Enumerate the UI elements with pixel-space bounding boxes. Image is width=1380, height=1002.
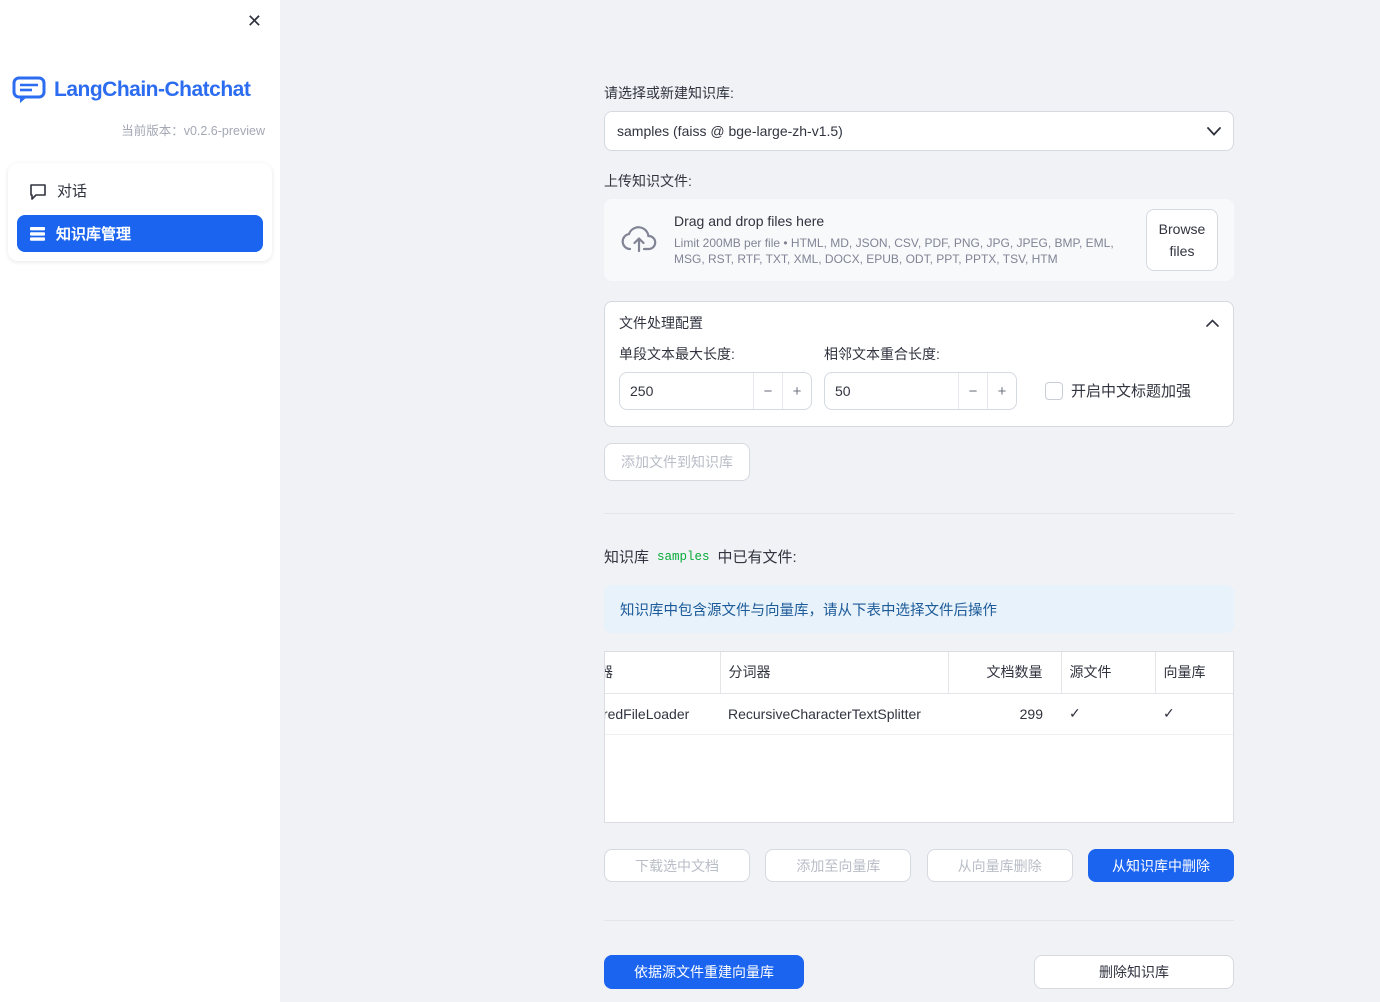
chat-icon [29, 182, 47, 200]
cell-loader: UnstructuredFileLoader [605, 693, 720, 735]
file-config-expander: 文件处理配置 单段文本最大长度: − + 相邻文本重合 [604, 301, 1234, 427]
checkbox-box[interactable] [1045, 381, 1063, 400]
overlap-stepper: − + [824, 372, 1017, 410]
dropzone-instruction: Drag and drop files here [674, 212, 825, 229]
version-text: 当前版本：v0.2.6-preview [121, 124, 265, 138]
divider [604, 513, 1234, 514]
kb-files-suffix: 中已有文件: [717, 549, 797, 566]
cell-vector-check: ✓ [1155, 693, 1233, 735]
table-header-row: 文档加载器 分词器 文档数量 源文件 向量库 [605, 652, 1233, 694]
chevron-down-icon [1207, 126, 1221, 136]
kb-name-code: samples [657, 549, 710, 564]
main-area: 请选择或新建知识库: samples (faiss @ bge-large-zh… [280, 0, 1380, 1002]
overlap-label: 相邻文本重合长度: [824, 346, 940, 362]
app-title: LangChain-Chatchat [54, 78, 251, 101]
files-table: 文档加载器 分词器 文档数量 源文件 向量库 UnstructuredFileL… [604, 651, 1234, 823]
chevron-up-icon [1206, 319, 1219, 327]
column-header-loader[interactable]: 文档加载器 [605, 652, 720, 694]
kb-files-prefix: 知识库 [604, 549, 650, 566]
zh-title-enhance-checkbox[interactable]: 开启中文标题加强 [1045, 380, 1191, 401]
upload-cloud-icon [620, 226, 658, 254]
delete-from-kb-button[interactable]: 从知识库中删除 [1087, 849, 1234, 882]
kb-select-value: samples (faiss @ bge-large-zh-v1.5) [617, 123, 843, 139]
delete-kb-button[interactable]: 删除知识库 [1034, 955, 1234, 989]
sidebar-nav: 对话 知识库管理 [8, 163, 272, 261]
column-header-source[interactable]: 源文件 [1060, 652, 1155, 694]
kb-actions: 依据源文件重建向量库 删除知识库 [604, 955, 1234, 1002]
logo: LangChain-Chatchat [12, 76, 280, 104]
expander-title: 文件处理配置 [619, 315, 703, 331]
rebuild-vector-store-button[interactable]: 依据源文件重建向量库 [604, 955, 804, 989]
table-row[interactable]: UnstructuredFileLoader RecursiveCharacte… [605, 693, 1233, 735]
sidebar-item-dialogue[interactable]: 对话 [17, 172, 263, 209]
delete-from-vector-button[interactable]: 从向量库删除 [926, 849, 1073, 882]
upload-label: 上传知识文件: [604, 173, 692, 189]
browse-files-button[interactable]: Browse files [1146, 208, 1218, 272]
minus-icon[interactable]: − [753, 373, 782, 409]
kb-select[interactable]: samples (faiss @ bge-large-zh-v1.5) [604, 111, 1234, 151]
max-length-input[interactable] [620, 373, 753, 409]
sidebar: ✕ LangChain-Chatchat 当前版本：v0.2.6-preview… [0, 0, 280, 1002]
add-to-vector-button[interactable]: 添加至向量库 [765, 849, 912, 882]
dropzone-limits: Limit 200MB per file • HTML, MD, JSON, C… [674, 235, 1114, 266]
row-actions: 下载选中文档 添加至向量库 从向量库删除 从知识库中删除 [604, 849, 1234, 882]
close-icon[interactable]: ✕ [243, 8, 266, 34]
cell-source-check: ✓ [1061, 693, 1155, 735]
plus-icon[interactable]: + [782, 373, 811, 409]
column-header-splitter[interactable]: 分词器 [719, 652, 948, 694]
sidebar-item-label: 对话 [57, 183, 88, 200]
info-banner: 知识库中包含源文件与向量库，请从下表中选择文件后操作 [604, 585, 1234, 633]
cell-splitter: RecursiveCharacterTextSplitter [720, 693, 948, 735]
logo-icon [12, 76, 46, 104]
divider [604, 920, 1234, 921]
info-text: 知识库中包含源文件与向量库，请从下表中选择文件后操作 [620, 602, 997, 619]
overlap-input[interactable] [825, 373, 958, 409]
column-header-vector[interactable]: 向量库 [1154, 652, 1233, 694]
minus-icon[interactable]: − [958, 373, 987, 409]
cell-doc-count: 299 [948, 693, 1061, 735]
checkbox-label: 开启中文标题加强 [1071, 383, 1192, 400]
plus-icon[interactable]: + [987, 373, 1016, 409]
list-icon [29, 225, 46, 242]
file-dropzone[interactable]: Drag and drop files here Limit 200MB per… [604, 199, 1234, 281]
max-length-stepper: − + [619, 372, 812, 410]
max-length-label: 单段文本最大长度: [619, 346, 735, 362]
expander-header[interactable]: 文件处理配置 [605, 302, 1233, 344]
sidebar-item-label: 知识库管理 [56, 226, 132, 243]
kb-select-label: 请选择或新建知识库: [604, 85, 734, 101]
sidebar-item-kb-management[interactable]: 知识库管理 [17, 215, 263, 252]
kb-files-heading: 知识库 samples 中已有文件: [604, 546, 1234, 567]
download-selected-button[interactable]: 下载选中文档 [604, 849, 750, 882]
add-files-to-kb-button[interactable]: 添加文件到知识库 [604, 443, 750, 481]
column-header-doc-count[interactable]: 文档数量 [947, 652, 1061, 694]
